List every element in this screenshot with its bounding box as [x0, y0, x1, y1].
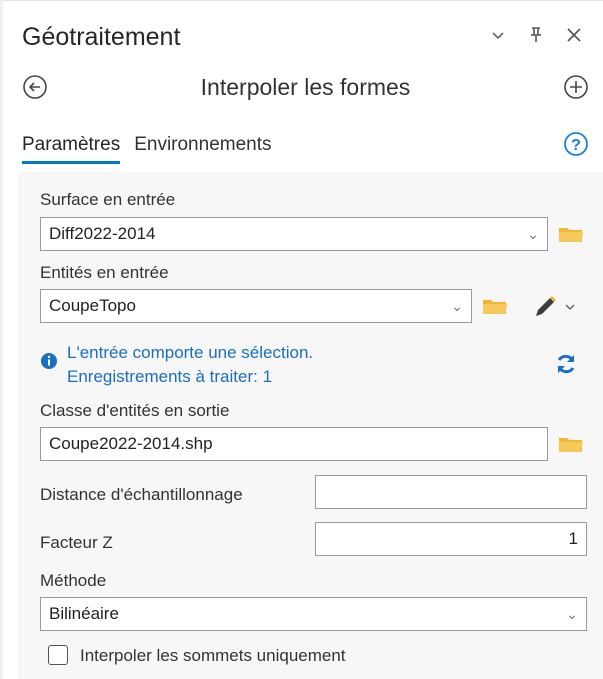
parameters-panel: Surface en entrée Diff2022-2014 ⌄ Entité… — [18, 172, 603, 679]
output-field[interactable]: Coupe2022-2014.shp — [40, 427, 548, 461]
features-dropdown[interactable]: CoupeTopo ⌄ — [40, 289, 472, 323]
method-value: Bilinéaire — [49, 604, 119, 623]
add-icon[interactable] — [563, 74, 589, 100]
vertices-only-checkbox[interactable] — [48, 645, 68, 665]
refresh-icon[interactable] — [554, 352, 578, 376]
tab-environments[interactable]: Environnements — [134, 134, 271, 164]
folder-icon[interactable] — [558, 224, 584, 244]
close-icon[interactable] — [561, 22, 587, 48]
output-label: Classe d'entités en sortie — [40, 401, 230, 420]
folder-icon[interactable] — [482, 296, 508, 316]
surface-label: Surface en entrée — [40, 190, 176, 209]
edit-pencil-icon[interactable] — [532, 294, 582, 320]
geoprocessing-pane: Géotraitement Interpoler les formes Para… — [0, 0, 603, 679]
pane-controls — [485, 22, 587, 48]
sample-distance-label: Distance d'échantillonnage — [40, 485, 243, 504]
pane-title: Géotraitement — [22, 22, 181, 51]
folder-icon[interactable] — [558, 434, 584, 454]
features-label: Entités en entrée — [40, 263, 169, 282]
help-icon[interactable]: ? — [563, 131, 589, 157]
info-icon — [40, 352, 58, 370]
z-factor-label: Facteur Z — [40, 533, 113, 552]
z-factor-value: 1 — [568, 529, 578, 548]
svg-text:?: ? — [571, 137, 581, 154]
pane-header: Géotraitement — [22, 20, 587, 54]
chevron-down-icon: ⌄ — [527, 226, 539, 242]
sample-distance-input[interactable] — [315, 475, 587, 509]
tool-title: Interpoler les formes — [200, 74, 411, 100]
method-label: Méthode — [40, 571, 107, 590]
method-dropdown[interactable]: Bilinéaire ⌄ — [40, 597, 587, 631]
tab-parameters[interactable]: Paramètres — [22, 134, 121, 164]
output-value: Coupe2022-2014.shp — [49, 434, 213, 453]
surface-dropdown[interactable]: Diff2022-2014 ⌄ — [40, 217, 548, 251]
features-value: CoupeTopo — [49, 296, 136, 315]
chevron-down-icon[interactable] — [485, 22, 511, 48]
chevron-down-icon: ⌄ — [566, 606, 578, 622]
z-factor-input[interactable]: 1 — [315, 522, 587, 556]
selection-info-line1: L'entrée comporte une sélection. — [67, 343, 314, 362]
selection-info-line2: Enregistrements à traiter: 1 — [67, 367, 273, 386]
vertices-only-label: Interpoler les sommets uniquement — [80, 646, 346, 665]
pane-top-border — [0, 0, 603, 1]
pin-icon[interactable] — [523, 22, 549, 48]
pane-left-border — [0, 0, 3, 679]
tab-bar: Paramètres Environnements — [22, 134, 272, 164]
surface-value: Diff2022-2014 — [49, 224, 156, 243]
tool-title-row: Interpoler les formes — [22, 70, 589, 106]
chevron-down-icon: ⌄ — [451, 298, 463, 314]
